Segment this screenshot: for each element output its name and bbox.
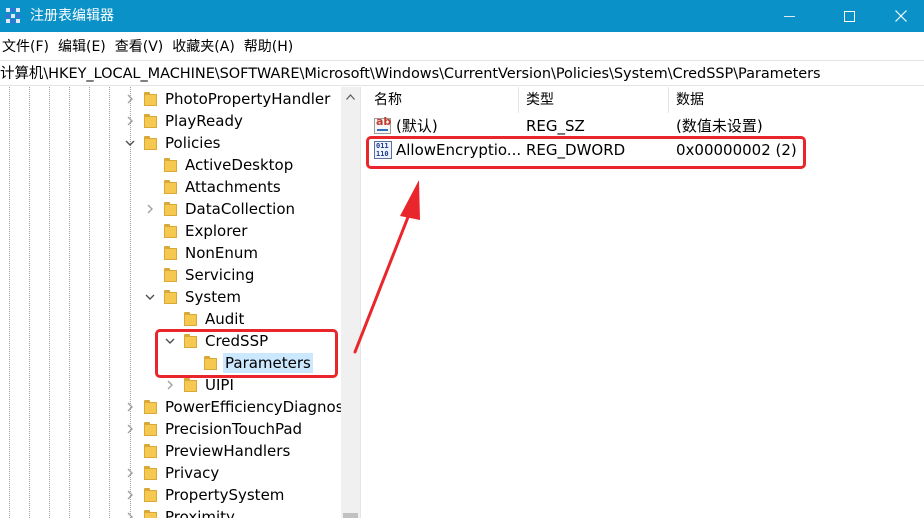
registry-editor-icon: [6, 8, 22, 24]
minimize-button[interactable]: [766, 0, 812, 32]
folder-icon: [144, 92, 157, 106]
string-value-icon: ab: [374, 116, 391, 134]
tree-item[interactable]: PreviewHandlers: [0, 440, 341, 462]
column-header-name[interactable]: 名称: [368, 87, 518, 113]
tree-item[interactable]: Attachments: [0, 176, 341, 198]
tree-item[interactable]: Policies: [0, 132, 341, 154]
scroll-up-button[interactable]: [341, 87, 360, 106]
tree-item-label: Policies: [165, 134, 221, 152]
tree-item-label: Attachments: [185, 178, 281, 196]
folder-icon: [144, 466, 157, 480]
tree-item-label: Proximity: [165, 508, 235, 518]
tree-item-label: PreviewHandlers: [165, 442, 291, 460]
tree-item[interactable]: Servicing: [0, 264, 341, 286]
column-divider[interactable]: [518, 87, 519, 113]
tree-item-label: System: [185, 288, 241, 306]
folder-icon: [164, 158, 177, 172]
value-type: REG_SZ: [526, 117, 585, 135]
folder-icon: [144, 488, 157, 502]
minimize-icon: [783, 15, 795, 17]
folder-icon: [164, 290, 177, 304]
folder-icon: [144, 136, 157, 150]
folder-icon: [164, 202, 177, 216]
tree-item[interactable]: PowerEfficiencyDiagnost: [0, 396, 341, 418]
column-divider[interactable]: [668, 87, 669, 113]
menu-bar: 文件(F) 编辑(E) 查看(V) 收藏夹(A) 帮助(H): [0, 34, 924, 60]
tree-item[interactable]: DataCollection: [0, 198, 341, 220]
close-icon: [895, 10, 907, 22]
menu-favorites[interactable]: 收藏夹(A): [170, 34, 237, 60]
menu-file[interactable]: 文件(F): [0, 34, 51, 60]
chevron-right-icon[interactable]: [125, 512, 135, 518]
menu-help[interactable]: 帮助(H): [242, 34, 295, 60]
address-path[interactable]: 计算机\HKEY_LOCAL_MACHINE\SOFTWARE\Microsof…: [0, 63, 821, 85]
window-title: 注册表编辑器: [30, 8, 114, 24]
folder-icon: [144, 444, 157, 458]
scroll-thumb[interactable]: [343, 513, 358, 518]
highlight-box-credssp: [155, 329, 338, 378]
tree-item-label: Privacy: [165, 464, 220, 482]
key-tree: PhotoPropertyHandler PlayReady Policies Act…: [0, 87, 341, 518]
folder-icon: [144, 422, 157, 436]
tree-item-label: NonEnum: [185, 244, 259, 262]
chevron-right-icon[interactable]: [125, 94, 135, 104]
folder-icon: [144, 400, 157, 414]
chevron-right-icon[interactable]: [125, 402, 135, 412]
tree-item-label: PropertySystem: [165, 486, 285, 504]
folder-icon: [164, 268, 177, 282]
maximize-icon: [843, 10, 855, 22]
tree-item-label: Audit: [205, 310, 245, 328]
chevron-right-icon[interactable]: [145, 204, 155, 214]
column-header-type[interactable]: 类型: [520, 87, 668, 113]
chevron-down-icon[interactable]: [145, 292, 155, 302]
value-data: (数值未设置): [676, 117, 763, 135]
column-header-data[interactable]: 数据: [670, 87, 870, 113]
tree-item-label: Servicing: [185, 266, 255, 284]
tree-item-label: PhotoPropertyHandler: [165, 90, 331, 108]
folder-icon: [144, 510, 157, 518]
tree-item[interactable]: PlayReady: [0, 110, 341, 132]
tree-item-label: Explorer: [185, 222, 248, 240]
folder-icon: [144, 114, 157, 128]
tree-item[interactable]: ActiveDesktop: [0, 154, 341, 176]
tree-item[interactable]: Audit: [0, 308, 341, 330]
tree-item[interactable]: NonEnum: [0, 242, 341, 264]
annotation-arrow: [353, 180, 420, 354]
tree-item-label: PlayReady: [165, 112, 243, 130]
maximize-button[interactable]: [826, 0, 872, 32]
chevron-down-icon[interactable]: [125, 138, 135, 148]
tree-item-label: UIPI: [205, 376, 234, 394]
chevron-right-icon[interactable]: [125, 424, 135, 434]
tree-item-label: DataCollection: [185, 200, 296, 218]
chevron-up-icon: [346, 93, 355, 100]
tree-item[interactable]: System: [0, 286, 341, 308]
tree-item[interactable]: PropertySystem: [0, 484, 341, 506]
value-name: (默认): [396, 117, 438, 135]
tree-item-label: PowerEfficiencyDiagnost: [165, 398, 341, 416]
tree-item[interactable]: PhotoPropertyHandler: [0, 88, 341, 110]
value-row-default[interactable]: ab (默认) REG_SZ (数值未设置): [368, 114, 924, 138]
tree-item-label: ActiveDesktop: [185, 156, 294, 174]
menu-view[interactable]: 查看(V): [113, 34, 166, 60]
folder-icon: [164, 224, 177, 238]
chevron-right-icon[interactable]: [125, 490, 135, 500]
menu-edit[interactable]: 编辑(E): [56, 34, 108, 60]
chevron-right-icon[interactable]: [125, 468, 135, 478]
folder-icon: [184, 312, 197, 326]
highlight-box-value: [366, 136, 806, 169]
close-button[interactable]: [878, 0, 924, 32]
folder-icon: [164, 246, 177, 260]
tree-item[interactable]: Proximity: [0, 506, 341, 518]
tree-item[interactable]: PrecisionTouchPad: [0, 418, 341, 440]
title-bar: 注册表编辑器: [0, 0, 924, 32]
address-bar[interactable]: 计算机\HKEY_LOCAL_MACHINE\SOFTWARE\Microsof…: [0, 60, 924, 86]
chevron-right-icon[interactable]: [165, 380, 175, 390]
chevron-right-icon[interactable]: [125, 116, 135, 126]
folder-icon: [164, 180, 177, 194]
folder-icon: [184, 378, 197, 392]
tree-item-label: PrecisionTouchPad: [165, 420, 303, 438]
tree-item[interactable]: Explorer: [0, 220, 341, 242]
tree-item[interactable]: Privacy: [0, 462, 341, 484]
